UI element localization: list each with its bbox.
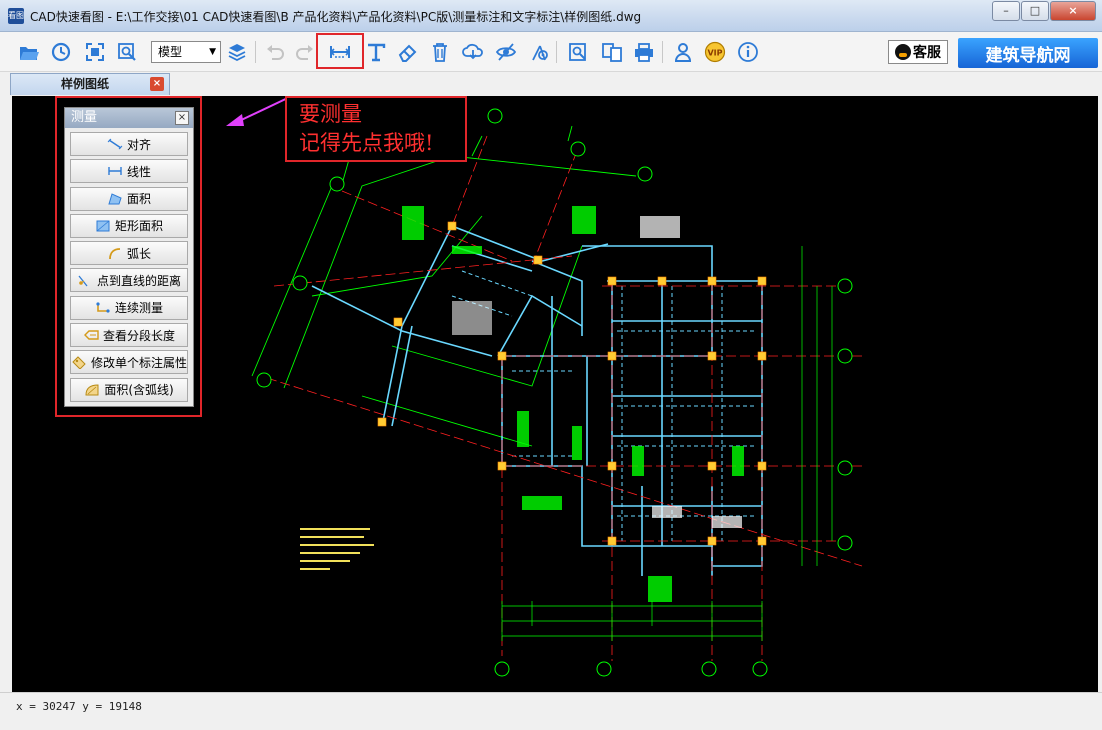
redo-icon[interactable] bbox=[292, 39, 318, 65]
find-icon[interactable] bbox=[565, 39, 591, 65]
close-button[interactable]: × bbox=[1050, 1, 1096, 21]
window-title: CAD快速看图 - E:\工作交接\01 CAD快速看图\B 产品化资料\产品化… bbox=[30, 10, 642, 24]
measure-area-button[interactable]: 面积 bbox=[70, 186, 188, 211]
cursor-coordinates: x = 30247 y = 19148 bbox=[16, 700, 142, 713]
maximize-button[interactable]: □ bbox=[1021, 1, 1049, 21]
continuous-measure-icon bbox=[96, 302, 110, 313]
measure-tool-list: 对齐 线性 面积 矩形面积 弧长 点到直线的距离 连续测量 查看分段长度 修改单… bbox=[65, 128, 193, 409]
measure-item-label: 修改单个标注属性 bbox=[90, 355, 187, 370]
hide-icon[interactable] bbox=[493, 39, 519, 65]
customer-service-button[interactable]: 客服 bbox=[888, 40, 948, 64]
linear-icon bbox=[108, 167, 122, 176]
layers-icon[interactable] bbox=[224, 39, 250, 65]
measure-arc-area-button[interactable]: 面积(含弧线) bbox=[70, 377, 188, 402]
green-annotations bbox=[402, 206, 744, 602]
close-icon[interactable]: × bbox=[175, 111, 189, 125]
delete-icon[interactable] bbox=[427, 39, 453, 65]
vip-icon[interactable]: VIP bbox=[702, 39, 728, 65]
measure-linear-button[interactable]: 线性 bbox=[70, 159, 188, 184]
svg-text:VIP: VIP bbox=[707, 49, 722, 58]
measure-item-label: 弧长 bbox=[126, 246, 151, 261]
chevron-down-icon: ▼ bbox=[209, 47, 216, 57]
user-icon[interactable] bbox=[670, 39, 696, 65]
settings-icon[interactable] bbox=[526, 39, 552, 65]
tab-sample-drawing[interactable]: 样例图纸 × bbox=[10, 73, 170, 95]
measure-rect-area-button[interactable]: 矩形面积 bbox=[70, 213, 188, 238]
customer-service-label: 客服 bbox=[913, 45, 941, 61]
model-select-value: 模型 bbox=[158, 45, 183, 59]
text-icon[interactable] bbox=[363, 39, 389, 65]
measure-item-label: 矩形面积 bbox=[114, 219, 163, 234]
measure-continuous-button[interactable]: 连续测量 bbox=[70, 295, 188, 320]
cloud-download-icon[interactable] bbox=[460, 39, 486, 65]
toolbar-divider bbox=[556, 41, 557, 63]
zoom-extents-icon[interactable] bbox=[82, 39, 108, 65]
measure-align-button[interactable]: 对齐 bbox=[70, 132, 188, 156]
measure-arc-length-button[interactable]: 弧长 bbox=[70, 241, 188, 266]
open-icon[interactable] bbox=[16, 39, 42, 65]
align-icon bbox=[107, 138, 123, 150]
window-controls: – □ × bbox=[991, 1, 1096, 21]
architecture-nav-button[interactable]: 建筑导航网 bbox=[958, 38, 1098, 68]
measure-item-label: 对齐 bbox=[126, 137, 151, 152]
toolbar-divider bbox=[662, 41, 663, 63]
qq-icon bbox=[895, 44, 911, 60]
export-icon[interactable] bbox=[599, 39, 625, 65]
zoom-window-icon[interactable] bbox=[114, 39, 140, 65]
info-icon[interactable] bbox=[735, 39, 761, 65]
segment-length-icon bbox=[83, 330, 99, 340]
measure-panel: 测量 × 对齐 线性 面积 矩形面积 弧长 点到直线的距离 连续测量 查看分段长… bbox=[64, 107, 194, 407]
app-icon: 看图 bbox=[8, 8, 24, 24]
toolbar-divider bbox=[255, 41, 256, 63]
close-icon[interactable]: × bbox=[150, 77, 164, 91]
measure-panel-title: 测量 bbox=[71, 110, 98, 125]
measure-hint-callout: 要测量 记得先点我哦! bbox=[285, 96, 467, 162]
rect-area-icon bbox=[96, 220, 110, 232]
print-icon[interactable] bbox=[631, 39, 657, 65]
tab-label: 样例图纸 bbox=[61, 77, 110, 91]
white-annotations bbox=[452, 216, 742, 528]
measure-point-line-button[interactable]: 点到直线的距离 bbox=[70, 268, 188, 293]
status-bar: x = 30247 y = 19148 bbox=[0, 692, 1102, 730]
eraser-icon[interactable] bbox=[394, 39, 420, 65]
callout-line-1: 要测量 bbox=[299, 102, 362, 126]
tab-bar: 样例图纸 × bbox=[0, 72, 1102, 96]
minimize-button[interactable]: – bbox=[992, 1, 1020, 21]
area-icon bbox=[108, 192, 122, 205]
measure-item-label: 点到直线的距离 bbox=[96, 273, 181, 288]
point-line-distance-icon bbox=[78, 276, 88, 287]
history-icon[interactable] bbox=[48, 39, 74, 65]
measure-item-label: 面积(含弧线) bbox=[104, 383, 174, 398]
undo-icon[interactable] bbox=[262, 39, 288, 65]
title-bar: 看图 CAD快速看图 - E:\工作交接\01 CAD快速看图\B 产品化资料\… bbox=[0, 0, 1102, 32]
measure-panel-header[interactable]: 测量 × bbox=[65, 108, 193, 128]
measure-item-label: 面积 bbox=[126, 192, 151, 207]
edit-dimension-icon bbox=[72, 356, 86, 370]
measure-edit-dimension-button[interactable]: 修改单个标注属性 bbox=[70, 350, 188, 375]
measure-item-label: 查看分段长度 bbox=[102, 328, 175, 343]
measure-item-label: 连续测量 bbox=[114, 301, 163, 316]
measure-item-label: 线性 bbox=[126, 164, 151, 179]
measure-segment-length-button[interactable]: 查看分段长度 bbox=[70, 323, 188, 348]
arc-length-icon bbox=[109, 248, 121, 260]
notes-block bbox=[300, 528, 374, 570]
arc-area-icon bbox=[85, 384, 99, 396]
measure-highlight bbox=[316, 33, 364, 69]
model-select[interactable]: 模型 ▼ bbox=[151, 41, 221, 63]
callout-line-2: 记得先点我哦! bbox=[299, 131, 434, 155]
